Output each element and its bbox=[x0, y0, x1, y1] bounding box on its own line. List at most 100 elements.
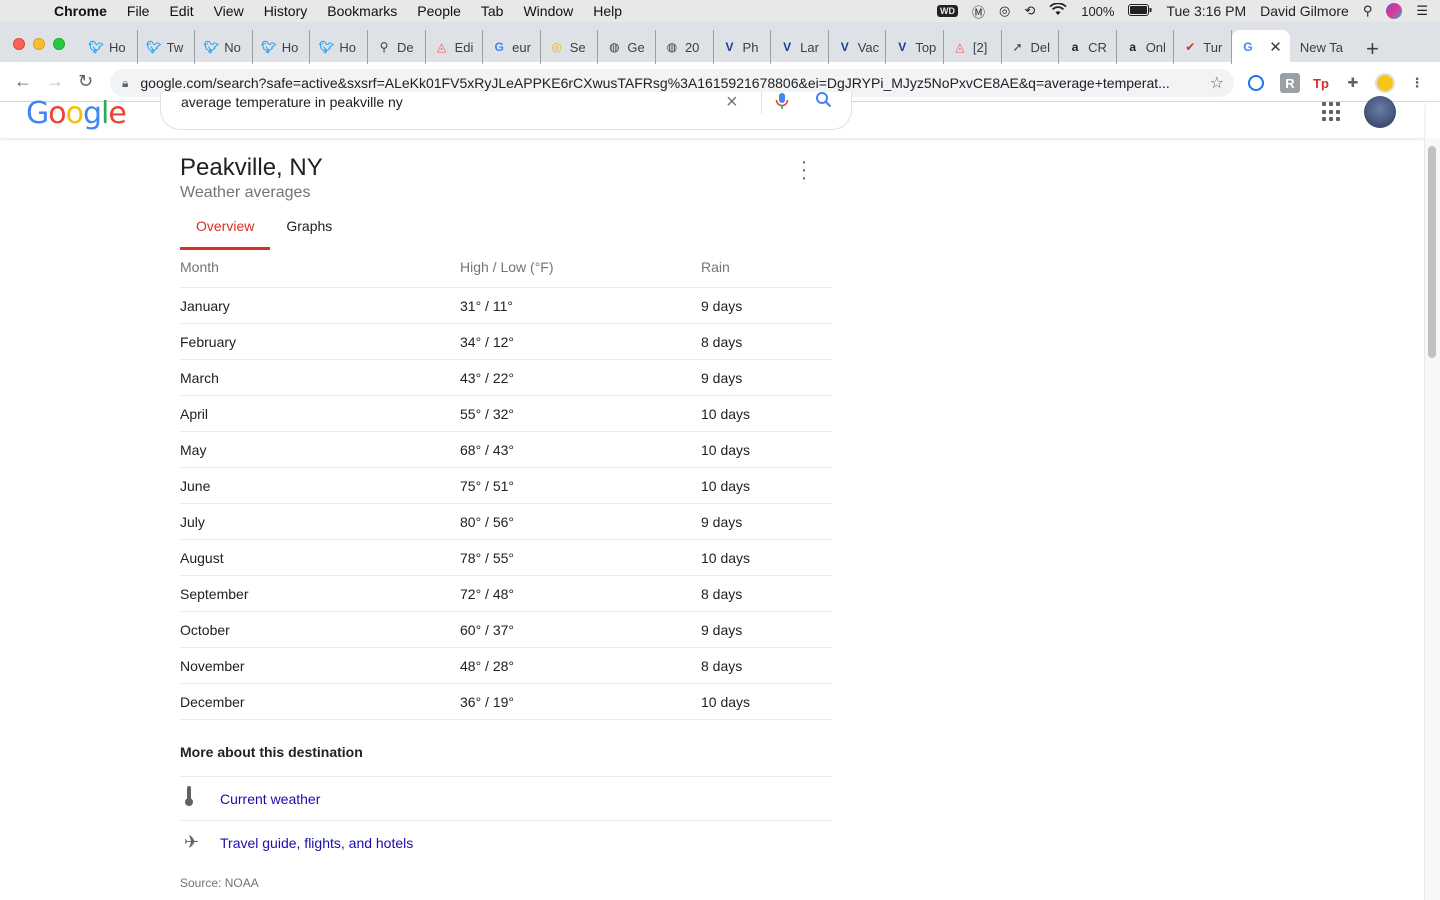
browser-tab[interactable]: 🐦︎ Ho bbox=[80, 30, 138, 64]
google-icon: G bbox=[1243, 40, 1253, 54]
table-row: February 34° / 12° 8 days bbox=[180, 324, 832, 360]
address-url[interactable]: google.com/search?safe=active&sxsrf=ALeK… bbox=[140, 75, 1188, 91]
column-month: Month bbox=[180, 259, 219, 275]
compass-icon: ◎ bbox=[551, 40, 562, 54]
lock-icon[interactable]: 🔒︎ bbox=[122, 76, 128, 91]
google-logo[interactable]: Google bbox=[26, 96, 127, 131]
browser-tab[interactable]: ✔ Tur bbox=[1174, 30, 1232, 64]
active-browser-tab[interactable]: G ✕ bbox=[1231, 30, 1290, 64]
search-box[interactable]: average temperature in peakville ny × bbox=[160, 91, 852, 130]
menu-bookmarks[interactable]: Bookmarks bbox=[327, 3, 397, 19]
battery-percent: 100% bbox=[1081, 3, 1115, 19]
v-icon: V bbox=[783, 40, 792, 54]
travel-guide-link[interactable]: Travel guide, flights, and hotels bbox=[220, 835, 413, 851]
extension-icon-2[interactable]: R bbox=[1280, 73, 1300, 93]
user-name[interactable]: David Gilmore bbox=[1260, 3, 1349, 19]
browser-tab[interactable]: ◍ 20 bbox=[656, 30, 714, 64]
browser-tab[interactable]: 🐦︎ No bbox=[195, 30, 253, 64]
browser-tab[interactable]: 🐦︎ Ho bbox=[310, 30, 368, 64]
profile-avatar-icon[interactable] bbox=[1375, 73, 1395, 93]
menu-chrome[interactable]: Chrome bbox=[54, 3, 107, 19]
tab-graphs[interactable]: Graphs bbox=[270, 218, 348, 250]
close-tab-icon[interactable]: ✕ bbox=[1269, 38, 1282, 56]
column-rain: Rain bbox=[701, 259, 730, 275]
extension-icon-1[interactable] bbox=[1248, 75, 1264, 91]
menu-edit[interactable]: Edit bbox=[169, 3, 193, 19]
rain-cell: 9 days bbox=[701, 369, 743, 386]
page-scrollbar-thumb[interactable] bbox=[1428, 146, 1436, 358]
spotlight-search-icon[interactable]: ⚲ bbox=[1363, 3, 1373, 19]
tab-overview[interactable]: Overview bbox=[180, 218, 271, 250]
wd-icon[interactable]: WD bbox=[936, 5, 958, 17]
current-weather-link[interactable]: Current weather bbox=[220, 791, 320, 807]
battery-icon[interactable] bbox=[1128, 3, 1152, 19]
browser-tab[interactable]: 🐦︎ Ho bbox=[253, 30, 311, 64]
browser-tab[interactable]: a Onl bbox=[1117, 30, 1175, 64]
browser-tab[interactable]: V Top bbox=[886, 30, 944, 64]
clock[interactable]: Tue 3:16 PM bbox=[1166, 3, 1246, 19]
close-window-button[interactable] bbox=[13, 38, 25, 50]
microphone-icon[interactable] bbox=[775, 92, 789, 115]
mac-menu-bar: Chrome File Edit View History Bookmarks … bbox=[0, 0, 1440, 22]
month-cell: August bbox=[180, 549, 224, 566]
tab-title: Tur bbox=[1203, 39, 1223, 55]
browser-tab[interactable]: 🐦︎ Tw bbox=[138, 30, 196, 64]
extension-tp-icon[interactable]: Tp bbox=[1311, 73, 1331, 93]
browser-tab[interactable]: ◎ Se bbox=[541, 30, 599, 64]
browser-tab[interactable]: V Lar bbox=[771, 30, 829, 64]
browser-tab[interactable]: ◬ Edi bbox=[426, 30, 484, 64]
menu-people[interactable]: People bbox=[417, 3, 461, 19]
new-tab[interactable]: New Ta bbox=[1290, 30, 1350, 64]
google-icon: G bbox=[494, 40, 504, 54]
search-icon[interactable] bbox=[815, 91, 832, 113]
browser-tab[interactable]: a CR bbox=[1059, 30, 1117, 64]
menu-help[interactable]: Help bbox=[593, 3, 622, 19]
browser-tab[interactable]: V Vac bbox=[829, 30, 887, 64]
browser-tab[interactable]: V Ph bbox=[714, 30, 772, 64]
account-avatar[interactable] bbox=[1364, 96, 1396, 128]
tab-title: Ho bbox=[339, 39, 356, 55]
new-tab-plus-icon[interactable]: + bbox=[1366, 36, 1379, 62]
browser-tab[interactable]: Geur bbox=[483, 30, 541, 64]
rain-cell: 10 days bbox=[701, 693, 751, 710]
tab-title: [2] bbox=[972, 39, 988, 55]
high-low-cell: 60° / 37° bbox=[460, 621, 515, 638]
bookmark-star-icon[interactable]: ☆ bbox=[1210, 73, 1224, 93]
menu-view[interactable]: View bbox=[214, 3, 244, 19]
browser-tab[interactable]: ⚲ De bbox=[368, 30, 426, 64]
wifi-icon[interactable] bbox=[1049, 2, 1067, 19]
reload-icon[interactable]: ↻ bbox=[78, 71, 93, 92]
clear-search-icon[interactable]: × bbox=[726, 91, 738, 114]
minimize-window-button[interactable] bbox=[33, 38, 45, 50]
notification-center-icon[interactable]: ☰ bbox=[1416, 3, 1428, 19]
browser-tab[interactable]: ➚ Del bbox=[1002, 30, 1060, 64]
chrome-menu-icon[interactable]: ⋮ bbox=[1407, 73, 1427, 93]
menu-tab[interactable]: Tab bbox=[481, 3, 504, 19]
travel-guide-row[interactable]: ✈ Travel guide, flights, and hotels bbox=[180, 820, 832, 864]
forward-arrow-icon[interactable]: → bbox=[46, 71, 64, 92]
month-cell: September bbox=[180, 585, 249, 602]
high-low-cell: 78° / 55° bbox=[460, 549, 515, 566]
siri-icon[interactable] bbox=[1386, 3, 1403, 19]
malwarebytes-icon[interactable]: Ⓜ bbox=[972, 2, 985, 21]
back-arrow-icon[interactable]: ← bbox=[14, 71, 32, 92]
link-icon: ⚲ bbox=[379, 40, 389, 54]
tab-title: Edi bbox=[454, 39, 474, 55]
tab-title: CR bbox=[1088, 39, 1107, 55]
google-apps-icon[interactable] bbox=[1322, 102, 1342, 122]
time-machine-icon[interactable]: ⟲ bbox=[1024, 3, 1035, 19]
menu-file[interactable]: File bbox=[127, 3, 150, 19]
tab-title: Ho bbox=[281, 39, 299, 55]
browser-tab[interactable]: ◍ Ge bbox=[598, 30, 656, 64]
browser-tab[interactable]: ◬ [2] bbox=[944, 30, 1002, 64]
tab-title: Ph bbox=[742, 39, 759, 55]
puzzle-extensions-icon[interactable]: ✚ bbox=[1343, 73, 1363, 93]
search-input[interactable]: average temperature in peakville ny bbox=[181, 94, 403, 110]
menu-history[interactable]: History bbox=[264, 3, 308, 19]
menu-window[interactable]: Window bbox=[523, 3, 573, 19]
current-weather-row[interactable]: Current weather bbox=[180, 776, 832, 820]
zoom-window-button[interactable] bbox=[53, 38, 65, 50]
spiral-icon[interactable]: ◎ bbox=[999, 3, 1010, 19]
more-options-icon[interactable]: · · · bbox=[796, 152, 812, 188]
browser-tabs: 🐦︎ Ho 🐦︎ Tw 🐦︎ No 🐦︎ Ho 🐦︎ Ho ⚲ De ◬ Edi Geur ◎ Se ◍ Ge ◍ 20… bbox=[80, 30, 1350, 64]
